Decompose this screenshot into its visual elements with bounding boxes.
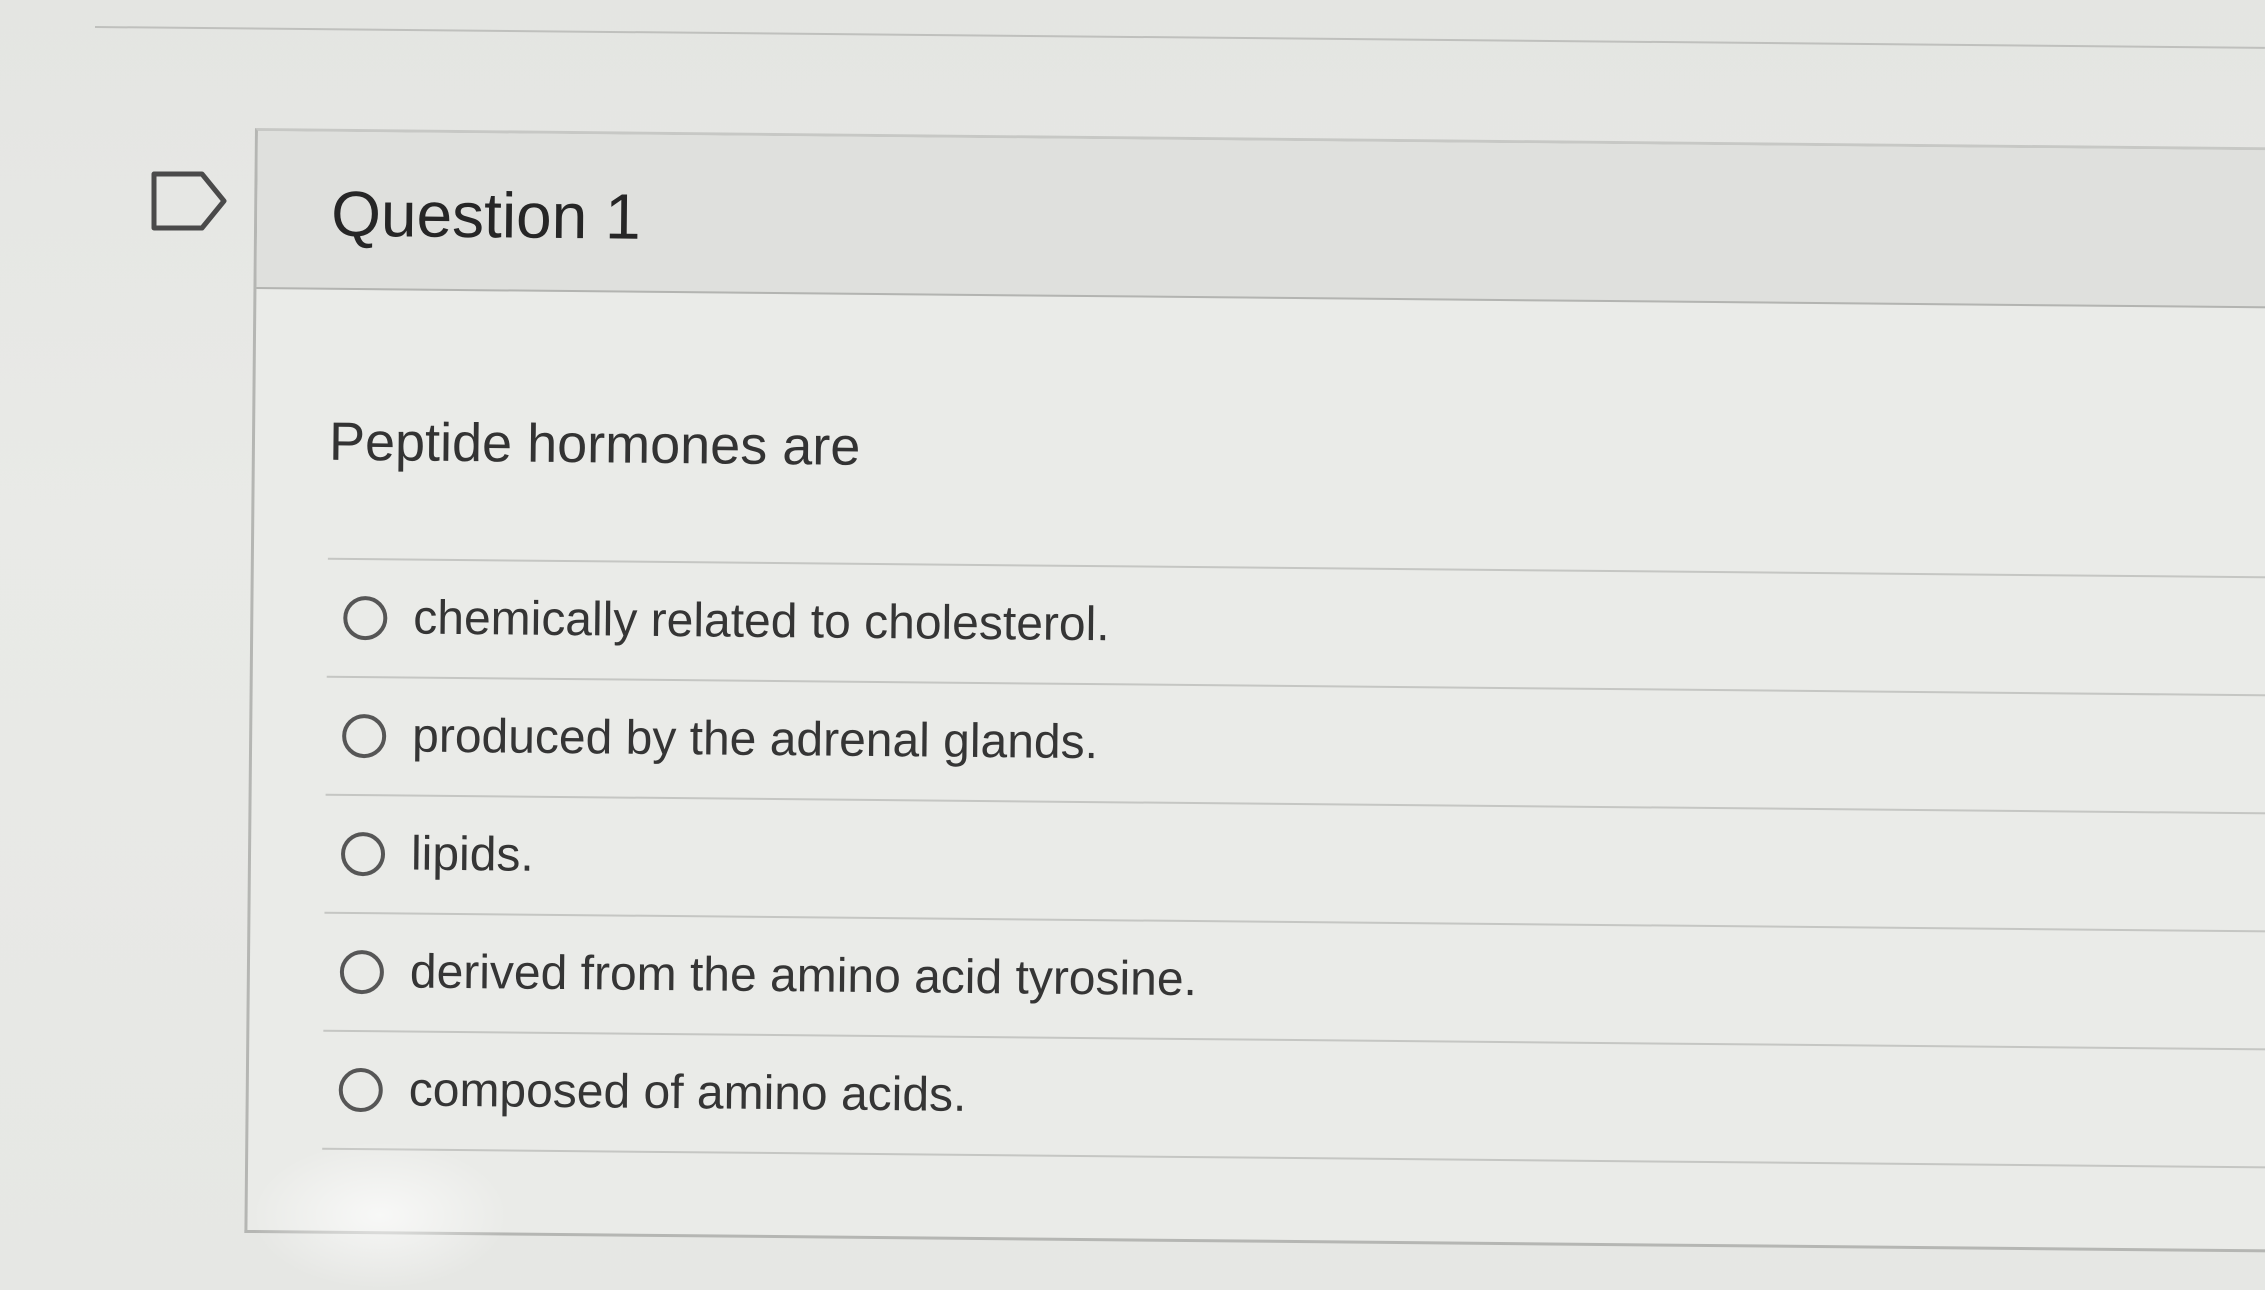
answer-option-3[interactable]: lipids. xyxy=(324,795,2265,933)
answer-option-2[interactable]: produced by the adrenal glands. xyxy=(325,677,2265,815)
radio-button[interactable] xyxy=(341,713,387,759)
question-title: Question 1 xyxy=(330,177,642,253)
radio-button[interactable] xyxy=(338,1067,383,1113)
answer-label[interactable]: lipids. xyxy=(411,827,534,884)
question-prompt: Peptide hormones are xyxy=(328,411,861,477)
answer-option-1[interactable]: chemically related to cholesterol. xyxy=(326,559,2265,697)
answer-label[interactable]: derived from the amino acid tyrosine. xyxy=(410,945,1198,1009)
radio-button[interactable] xyxy=(343,595,388,641)
top-divider xyxy=(94,26,2265,49)
answer-label[interactable]: produced by the adrenal glands. xyxy=(412,709,1098,772)
answer-label[interactable]: chemically related to cholesterol. xyxy=(413,591,1110,654)
radio-button[interactable] xyxy=(339,949,385,995)
flag-question-icon[interactable] xyxy=(150,170,230,232)
answer-option-4[interactable]: derived from the amino acid tyrosine. xyxy=(323,913,2265,1051)
radio-button[interactable] xyxy=(340,831,386,877)
question-header: Question 1 xyxy=(256,131,2265,309)
answer-label[interactable]: composed of amino acids. xyxy=(408,1063,967,1124)
question-card: Question 1 Peptide hormones are chemical… xyxy=(244,128,2265,1253)
answer-option-5[interactable]: composed of amino acids. xyxy=(322,1031,2265,1169)
answer-list: chemically related to cholesterol. produ… xyxy=(322,557,2265,1169)
